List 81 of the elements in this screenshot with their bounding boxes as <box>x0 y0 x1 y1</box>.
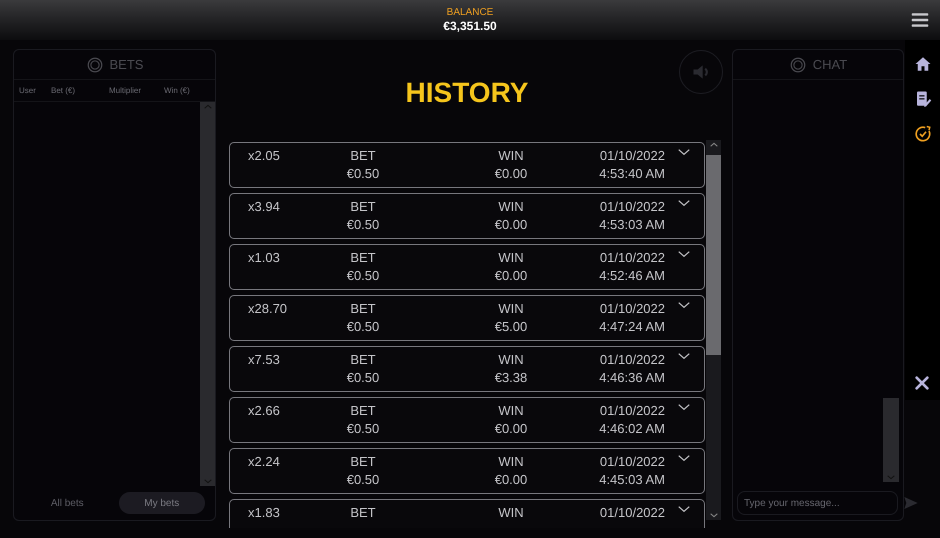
bet-label: BET <box>350 300 376 318</box>
win-amount: €0.00 <box>494 267 528 285</box>
column-header: Win (€) <box>164 84 191 96</box>
bet-label: BET <box>350 504 376 522</box>
scroll-thumb[interactable] <box>706 155 721 355</box>
date: 01/10/2022 <box>600 504 665 522</box>
message-field[interactable]: Type your message... <box>737 491 898 515</box>
history-row[interactable]: x1.03 BET €0.50 WIN €0.00 01/10/2022 4:52:46 AM <box>229 244 705 290</box>
win-amount: €3.38 <box>494 369 528 387</box>
time: 4:46:02 AM <box>599 420 665 438</box>
win-amount: €0.00 <box>494 420 528 438</box>
multiplier: x3.94 <box>248 199 280 214</box>
time: 4:46:36 AM <box>599 369 665 387</box>
bet-label: BET <box>350 249 376 267</box>
history-row[interactable]: x28.70 BET €0.50 WIN €5.00 01/10/2022 4:47:24 AM <box>229 295 705 341</box>
multiplier: x1.83 <box>248 505 280 520</box>
scroll-bar[interactable] <box>706 140 721 520</box>
history-row[interactable]: x7.53 BET €0.50 WIN €3.38 01/10/2022 4:46:36 AM <box>229 346 705 392</box>
time: 4:47:24 AM <box>599 318 665 336</box>
bet-amount: €0.50 <box>346 318 380 336</box>
history-row[interactable]: x2.24 BET €0.50 WIN €0.00 01/10/2022 4:45:03 AM <box>229 448 705 494</box>
balance-value: €3,351.50 <box>443 18 497 34</box>
panel-title: BETS <box>110 56 144 74</box>
multiplier: x2.24 <box>248 454 280 469</box>
win-amount: €0.00 <box>494 216 528 234</box>
date: 01/10/2022 <box>600 198 665 216</box>
win-amount: €0.00 <box>494 471 528 489</box>
panel-title: CHAT <box>812 56 848 74</box>
clock-check-icon[interactable] <box>914 125 932 143</box>
multiplier: x7.53 <box>248 352 280 367</box>
menu-icon[interactable] <box>910 11 930 29</box>
bet-amount: €0.50 <box>346 471 380 489</box>
win-label: WIN <box>498 351 524 369</box>
multiplier: x2.05 <box>248 148 280 163</box>
column-header: Bet (€) <box>51 84 76 96</box>
history-row[interactable]: x1.83 BET WIN 01/10/2022 <box>229 499 705 528</box>
bet-amount: €0.50 <box>346 267 380 285</box>
balance-label: BALANCE <box>446 6 494 18</box>
modal-title: HISTORY <box>404 76 530 110</box>
history-row[interactable]: x2.66 BET €0.50 WIN €0.00 01/10/2022 4:46:02 AM <box>229 397 705 443</box>
time: 4:53:40 AM <box>599 165 665 183</box>
win-amount: €5.00 <box>494 318 528 336</box>
bets-tab[interactable]: My bets <box>118 492 205 514</box>
chip-icon <box>788 56 807 74</box>
bet-label: BET <box>350 147 376 165</box>
date: 01/10/2022 <box>600 249 665 267</box>
date: 01/10/2022 <box>600 453 665 471</box>
date: 01/10/2022 <box>600 351 665 369</box>
close-icon[interactable] <box>914 375 930 391</box>
history-row[interactable]: x2.05 BET €0.50 WIN €0.00 01/10/2022 4:53:40 AM <box>229 142 705 188</box>
scroll-bar[interactable] <box>883 398 899 482</box>
date: 01/10/2022 <box>600 147 665 165</box>
date: 01/10/2022 <box>600 300 665 318</box>
win-label: WIN <box>498 402 524 420</box>
column-header: User <box>19 84 37 96</box>
win-label: WIN <box>498 198 524 216</box>
chip-icon <box>86 56 104 74</box>
win-label: WIN <box>498 504 524 522</box>
bet-label: BET <box>350 351 376 369</box>
multiplier: x1.03 <box>248 250 280 265</box>
column-header: Multiplier <box>109 84 142 96</box>
time: 4:53:03 AM <box>599 216 665 234</box>
bet-amount: €0.50 <box>346 369 380 387</box>
time: 4:52:46 AM <box>599 267 665 285</box>
multiplier: x2.66 <box>248 403 280 418</box>
multiplier: x28.70 <box>248 301 288 316</box>
history-row[interactable]: x3.94 BET €0.50 WIN €0.00 01/10/2022 4:53:03 AM <box>229 193 705 239</box>
bet-label: BET <box>350 402 376 420</box>
bet-amount: €0.50 <box>346 216 380 234</box>
bet-amount: €0.50 <box>346 165 380 183</box>
time: 4:45:03 AM <box>599 471 665 489</box>
bet-label: BET <box>350 453 376 471</box>
win-label: WIN <box>498 147 524 165</box>
win-amount: €0.00 <box>494 165 528 183</box>
date: 01/10/2022 <box>600 402 665 420</box>
win-label: WIN <box>498 300 524 318</box>
home-icon[interactable] <box>914 55 932 73</box>
win-label: WIN <box>498 453 524 471</box>
bet-label: BET <box>350 198 376 216</box>
win-label: WIN <box>498 249 524 267</box>
bet-amount: €0.50 <box>346 420 380 438</box>
